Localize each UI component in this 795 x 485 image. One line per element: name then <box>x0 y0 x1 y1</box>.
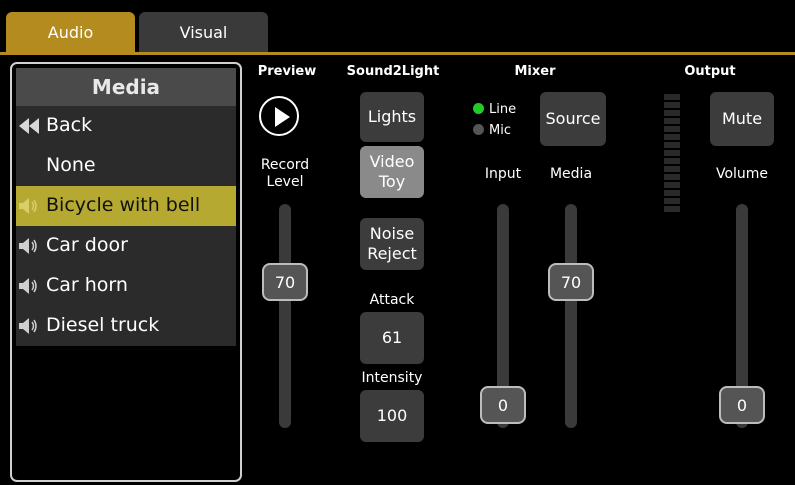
attack-value[interactable]: 61 <box>360 312 424 364</box>
attack-label: Attack <box>369 292 415 308</box>
media-item-diesel-truck[interactable]: Diesel truck <box>16 306 236 346</box>
media-item-label: Diesel truck <box>46 314 160 336</box>
media-item-bicycle-with-bell[interactable]: Bicycle with bell <box>16 186 236 226</box>
line-label[interactable]: Line <box>489 101 529 118</box>
mic-label[interactable]: Mic <box>489 122 529 139</box>
media-track[interactable] <box>565 204 577 428</box>
video-toy-button[interactable]: Video Toy <box>360 146 424 198</box>
volume-knob[interactable]: 0 <box>719 386 765 424</box>
media-item-none[interactable]: None <box>16 146 236 186</box>
media-item-label: Car horn <box>46 274 128 296</box>
intensity-value[interactable]: 100 <box>360 390 424 442</box>
media-item-label: Back <box>46 114 93 136</box>
speaker-icon <box>18 197 38 215</box>
intensity-label: Intensity <box>361 370 423 386</box>
line-indicator <box>473 103 484 114</box>
media-label: Media <box>549 166 593 182</box>
media-item-label: Bicycle with bell <box>46 194 201 216</box>
media-item-car-horn[interactable]: Car horn <box>16 266 236 306</box>
tab-audio[interactable]: Audio <box>6 12 135 52</box>
tab-bar: Audio Visual <box>0 0 795 52</box>
input-knob[interactable]: 0 <box>480 386 526 424</box>
back-icon <box>18 117 39 135</box>
speaker-icon <box>18 237 38 255</box>
preview-header: Preview <box>257 64 317 79</box>
speaker-icon <box>18 277 38 295</box>
record-level-knob[interactable]: 70 <box>262 263 308 301</box>
output-header: Output <box>684 64 736 79</box>
media-item-back[interactable]: Back <box>16 106 236 146</box>
volume-label: Volume <box>715 166 769 182</box>
media-item-label: None <box>46 154 96 176</box>
record-level-label: Record Level <box>260 157 310 190</box>
media-list: Back None Bicycle with bell Car door Car… <box>16 106 236 346</box>
tab-visual[interactable]: Visual <box>139 12 268 52</box>
speaker-icon <box>18 317 38 335</box>
sound2light-header: Sound2Light <box>346 64 440 79</box>
record-level-track[interactable] <box>279 204 291 428</box>
noise-reject-button[interactable]: Noise Reject <box>360 218 424 270</box>
media-panel: Media Back None Bicycle with bell Car do… <box>10 62 242 482</box>
input-label: Input <box>484 166 522 182</box>
media-knob[interactable]: 70 <box>548 263 594 301</box>
mixer-header: Mixer <box>514 64 556 79</box>
media-title: Media <box>16 68 236 106</box>
mute-button[interactable]: Mute <box>710 92 774 146</box>
lights-button[interactable]: Lights <box>360 92 424 142</box>
source-button[interactable]: Source <box>540 92 606 146</box>
mic-indicator <box>473 124 484 135</box>
media-item-label: Car door <box>46 234 128 256</box>
tab-underline <box>0 52 795 55</box>
play-button[interactable] <box>259 96 299 136</box>
media-item-car-door[interactable]: Car door <box>16 226 236 266</box>
